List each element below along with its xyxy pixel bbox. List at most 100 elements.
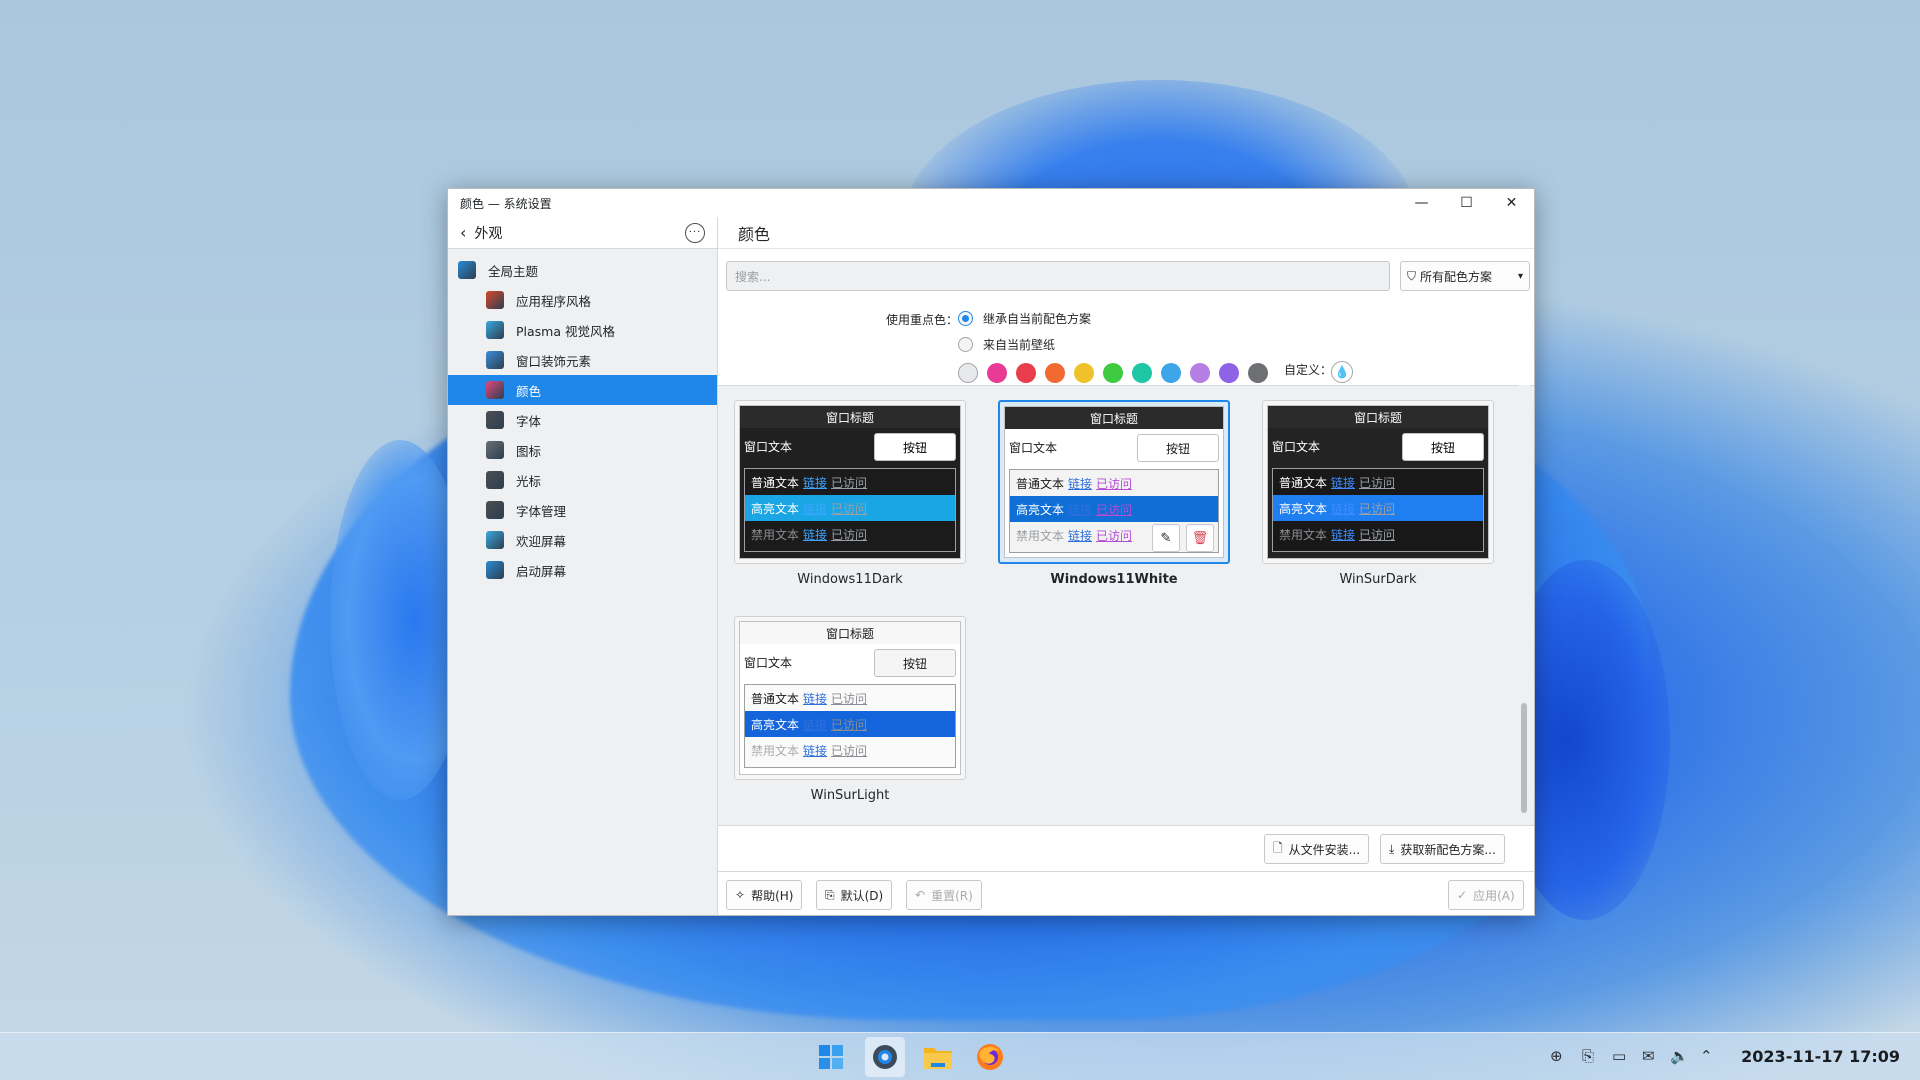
get-new-schemes-button[interactable]: ⤓ 获取新配色方案... <box>1380 834 1505 864</box>
reset-button[interactable]: ↶ 重置(R) <box>906 880 982 910</box>
defaults-icon: ⎘ <box>825 887 835 902</box>
sidebar-item[interactable]: 全局主题 <box>448 255 717 285</box>
preview-window-row: 窗口文本 按钮 <box>1005 429 1223 465</box>
sidebar-item[interactable]: 应用程序风格 <box>448 285 717 315</box>
splash-screen-icon <box>486 531 504 549</box>
preview-visited: 已访问 <box>1359 475 1396 490</box>
sidebar-item[interactable]: 颜色 <box>448 375 717 405</box>
accent-swatch[interactable] <box>1219 363 1239 383</box>
color-scheme-card[interactable]: 窗口标题 窗口文本 按钮 普通文本 链接 已访问 高亮文本 链接 已访问 禁用文本 链接 已访问 <box>734 400 966 564</box>
preview-window-text: 窗口文本 <box>1272 439 1321 454</box>
radio-indicator <box>958 337 973 352</box>
accent-swatch[interactable] <box>1190 363 1210 383</box>
search-input[interactable]: 搜索... <box>726 261 1390 291</box>
preview-link: 链接 <box>1331 501 1356 516</box>
help-button[interactable]: ✧ 帮助(H) <box>726 880 803 910</box>
accent-color-section: 使用重点色： 继承自当前配色方案 来自当前壁纸 自定义： 💧 <box>718 303 1534 383</box>
accent-swatch[interactable] <box>1248 363 1268 383</box>
help-label: 帮助(H) <box>751 888 794 903</box>
preview-link: 链接 <box>803 717 828 732</box>
minimize-button[interactable]: — <box>1399 189 1444 217</box>
preview-disabled-row: 禁用文本 链接 已访问 <box>745 737 955 763</box>
title-bar[interactable]: 颜色 — 系统设置 — ☐ ✕ <box>448 189 1534 217</box>
preview-link: 链接 <box>803 475 828 490</box>
sidebar-item[interactable]: 光标 <box>448 465 717 495</box>
font-management-icon <box>486 501 504 519</box>
start-menu-icon[interactable] <box>811 1037 851 1077</box>
sidebar-item-label: Plasma 视觉风格 <box>516 323 615 339</box>
sidebar-item[interactable]: 窗口装饰元素 <box>448 345 717 375</box>
accent-swatch[interactable] <box>1045 363 1065 383</box>
accent-wallpaper-radio[interactable]: 来自当前壁纸 <box>958 336 1055 353</box>
sidebar-back-label[interactable]: 外观 <box>474 223 502 243</box>
preview-link: 链接 <box>1068 476 1093 491</box>
accent-swatch[interactable] <box>1016 363 1036 383</box>
preview-visited: 已访问 <box>1096 528 1133 543</box>
accent-swatch[interactable] <box>1132 363 1152 383</box>
sidebar-item[interactable]: 图标 <box>448 435 717 465</box>
preview-window-text: 窗口文本 <box>1009 440 1058 455</box>
sidebar-item[interactable]: 字体管理 <box>448 495 717 525</box>
accent-swatch[interactable] <box>1074 363 1094 383</box>
preview-visited: 已访问 <box>831 527 868 542</box>
firefox-icon[interactable] <box>970 1037 1010 1077</box>
scheme-filter-dropdown[interactable]: ⛉ 所有配色方案 ▾ <box>1400 261 1530 291</box>
preview-visited: 已访问 <box>831 717 868 732</box>
radio-indicator <box>958 311 973 326</box>
sidebar-header: ‹ 外观 ··· <box>448 217 717 249</box>
accent-inherit-radio[interactable]: 继承自当前配色方案 <box>958 310 1091 327</box>
accent-swatch[interactable] <box>1103 363 1123 383</box>
preview-highlight-text: 高亮文本 <box>1016 502 1065 517</box>
get-new-schemes-label: 获取新配色方案... <box>1400 842 1496 857</box>
maximize-button[interactable]: ☐ <box>1444 189 1489 217</box>
color-scheme-card[interactable]: 窗口标题 窗口文本 按钮 普通文本 链接 已访问 高亮文本 链接 已访问 禁用文本 链接 已访问 ✎ 🗑 <box>998 400 1230 564</box>
taskbar: ⊕ ⎘ ▭ ✉ 🔈 ⌃ 2023-11-17 17:09 <box>0 1032 1920 1080</box>
preview-visited: 已访问 <box>1096 502 1133 517</box>
preview-link: 链接 <box>803 691 828 706</box>
notifications-icon[interactable]: ✉ <box>1642 1047 1655 1065</box>
sidebar-item[interactable]: Plasma 视觉风格 <box>448 315 717 345</box>
scrollbar-thumb[interactable] <box>1521 703 1527 813</box>
delete-scheme-button[interactable]: 🗑 <box>1186 524 1214 552</box>
scheme-name: Windows11White <box>1050 572 1178 587</box>
filter-icon: ⛉ <box>1407 268 1417 283</box>
file-icon: 🗋 <box>1273 840 1283 855</box>
install-from-file-button[interactable]: 🗋 从文件安装... <box>1264 834 1370 864</box>
reset-icon: ↶ <box>915 888 926 902</box>
display-icon[interactable]: ▭ <box>1612 1047 1626 1065</box>
chevron-down-icon: ▾ <box>1517 270 1523 282</box>
more-options-icon[interactable]: ··· <box>685 222 705 243</box>
clock[interactable]: 2023-11-17 17:09 <box>1741 1047 1900 1066</box>
preview-window-row: 窗口文本 按钮 <box>1268 428 1488 464</box>
apply-button[interactable]: ✓ 应用(A) <box>1448 880 1524 910</box>
preview-list: 普通文本 链接 已访问 高亮文本 链接 已访问 禁用文本 链接 已访问 <box>1272 468 1484 552</box>
preview-button: 按钮 <box>1137 434 1219 462</box>
install-from-file-label: 从文件安装... <box>1288 842 1361 857</box>
preview-disabled-text: 禁用文本 <box>751 743 800 758</box>
tray-expand-icon[interactable]: ⌃ <box>1700 1047 1713 1065</box>
accent-swatch[interactable] <box>1161 363 1181 383</box>
preview-visited: 已访问 <box>831 501 868 516</box>
defaults-button[interactable]: ⎘ 默认(D) <box>816 880 893 910</box>
close-button[interactable]: ✕ <box>1489 189 1534 217</box>
sidebar-item-label: 颜色 <box>516 383 542 399</box>
network-icon[interactable]: ⊕ <box>1550 1047 1563 1065</box>
sidebar-item[interactable]: 欢迎屏幕 <box>448 525 717 555</box>
accent-swatch[interactable] <box>987 363 1007 383</box>
preview-visited: 已访问 <box>1359 527 1396 542</box>
color-scheme-card[interactable]: 窗口标题 窗口文本 按钮 普通文本 链接 已访问 高亮文本 链接 已访问 禁用文本 链接 已访问 <box>734 616 966 780</box>
edit-scheme-button[interactable]: ✎ <box>1152 524 1180 552</box>
preview-button: 按钮 <box>874 433 956 461</box>
volume-icon[interactable]: 🔈 <box>1670 1047 1689 1065</box>
system-settings-icon[interactable] <box>865 1037 905 1077</box>
color-picker-icon[interactable]: 💧 <box>1331 361 1353 383</box>
sidebar-item-label: 应用程序风格 <box>516 293 592 309</box>
color-scheme-card[interactable]: 窗口标题 窗口文本 按钮 普通文本 链接 已访问 高亮文本 链接 已访问 禁用文本 链接 已访问 <box>1262 400 1494 564</box>
sidebar-item[interactable]: 字体 <box>448 405 717 435</box>
accent-swatch[interactable] <box>958 363 978 383</box>
back-arrow-icon[interactable]: ‹ <box>460 223 466 242</box>
scrollbar[interactable] <box>1518 385 1530 825</box>
sidebar-item[interactable]: 启动屏幕 <box>448 555 717 585</box>
clipboard-icon[interactable]: ⎘ <box>1582 1047 1594 1065</box>
file-manager-icon[interactable] <box>918 1037 958 1077</box>
